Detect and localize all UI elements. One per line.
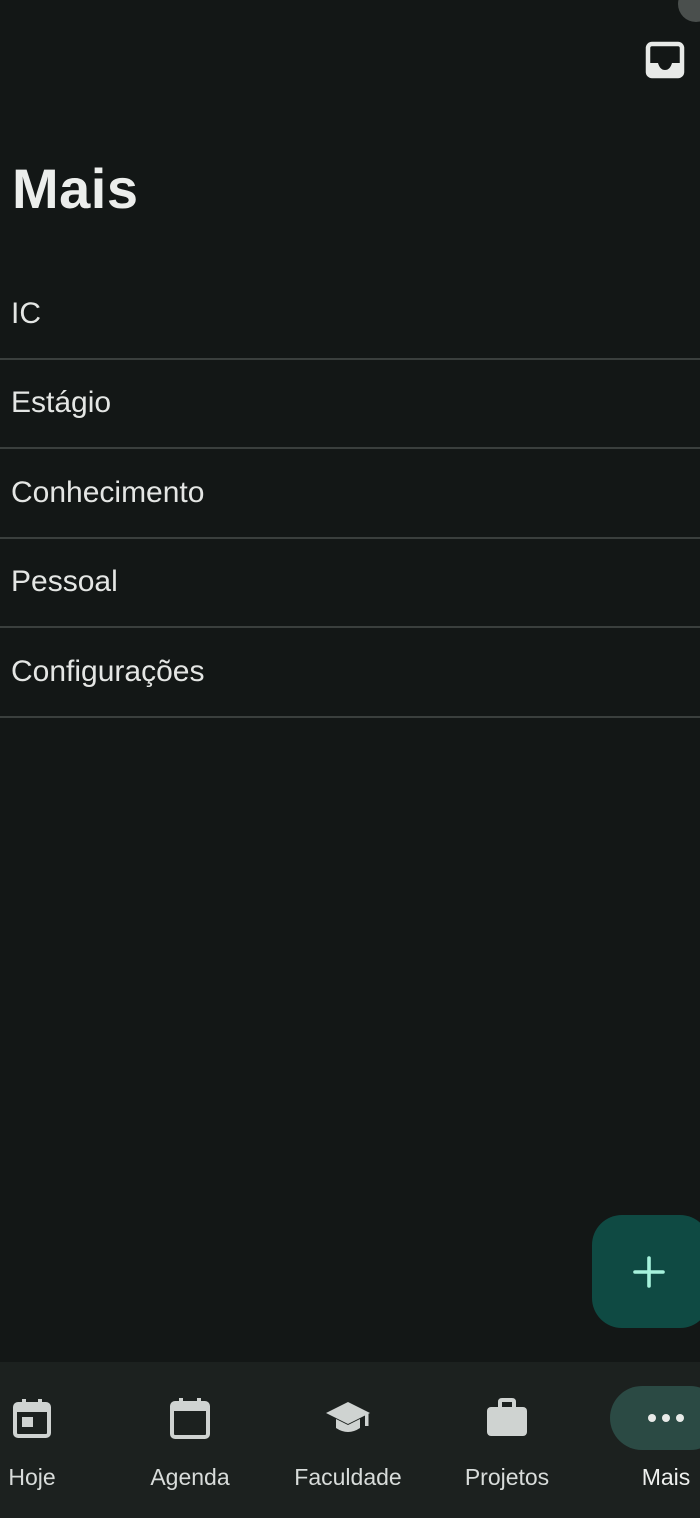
menu-item-pessoal[interactable]: Pessoal — [0, 539, 700, 628]
screen: Mais IC Estágio Conhecimento Pessoal Con… — [0, 0, 700, 1518]
page-title: Mais — [12, 157, 139, 220]
add-fab-button[interactable] — [592, 1215, 700, 1328]
menu-item-conhecimento[interactable]: Conhecimento — [0, 449, 700, 539]
menu-item-label: Conhecimento — [11, 475, 205, 509]
bottom-navigation: Hoje Agenda Faculdade Projetos Mais — [0, 1362, 700, 1518]
nav-label: Mais — [641, 1464, 691, 1490]
nav-icon-container — [0, 1386, 88, 1450]
calendar-today-icon — [13, 1399, 51, 1438]
menu-item-label: IC — [11, 296, 41, 330]
nav-icon-container — [292, 1386, 404, 1450]
graduation-cap-icon — [326, 1402, 370, 1432]
nav-label: Faculdade — [294, 1464, 402, 1490]
menu-item-configuracoes[interactable]: Configurações — [0, 628, 700, 718]
menu-item-label: Configurações — [11, 654, 205, 688]
status-indicator-dot — [678, 0, 700, 22]
nav-item-projetos[interactable]: Projetos — [451, 1362, 563, 1518]
nav-label: Projetos — [464, 1464, 550, 1490]
inbox-icon — [645, 41, 685, 79]
menu-item-label: Estágio — [11, 386, 112, 420]
menu-item-label: Pessoal — [11, 565, 118, 599]
plus-icon — [633, 1255, 665, 1288]
nav-item-agenda[interactable]: Agenda — [134, 1362, 246, 1518]
more-horizontal-icon — [648, 1414, 684, 1422]
calendar-icon — [170, 1398, 210, 1439]
nav-item-faculdade[interactable]: Faculdade — [292, 1362, 404, 1518]
menu-list: IC Estágio Conhecimento Pessoal Configur… — [0, 270, 700, 718]
menu-item-estagio[interactable]: Estágio — [0, 360, 700, 449]
nav-label: Agenda — [150, 1464, 230, 1490]
menu-item-ic[interactable]: IC — [0, 270, 700, 360]
briefcase-icon — [487, 1398, 527, 1436]
nav-item-mais[interactable]: Mais — [610, 1362, 700, 1518]
inbox-button[interactable] — [644, 40, 686, 80]
nav-icon-container — [451, 1386, 563, 1450]
nav-item-hoje[interactable]: Hoje — [0, 1362, 88, 1518]
nav-active-indicator — [610, 1386, 700, 1450]
nav-label: Hoje — [8, 1464, 56, 1490]
nav-icon-container — [134, 1386, 246, 1450]
